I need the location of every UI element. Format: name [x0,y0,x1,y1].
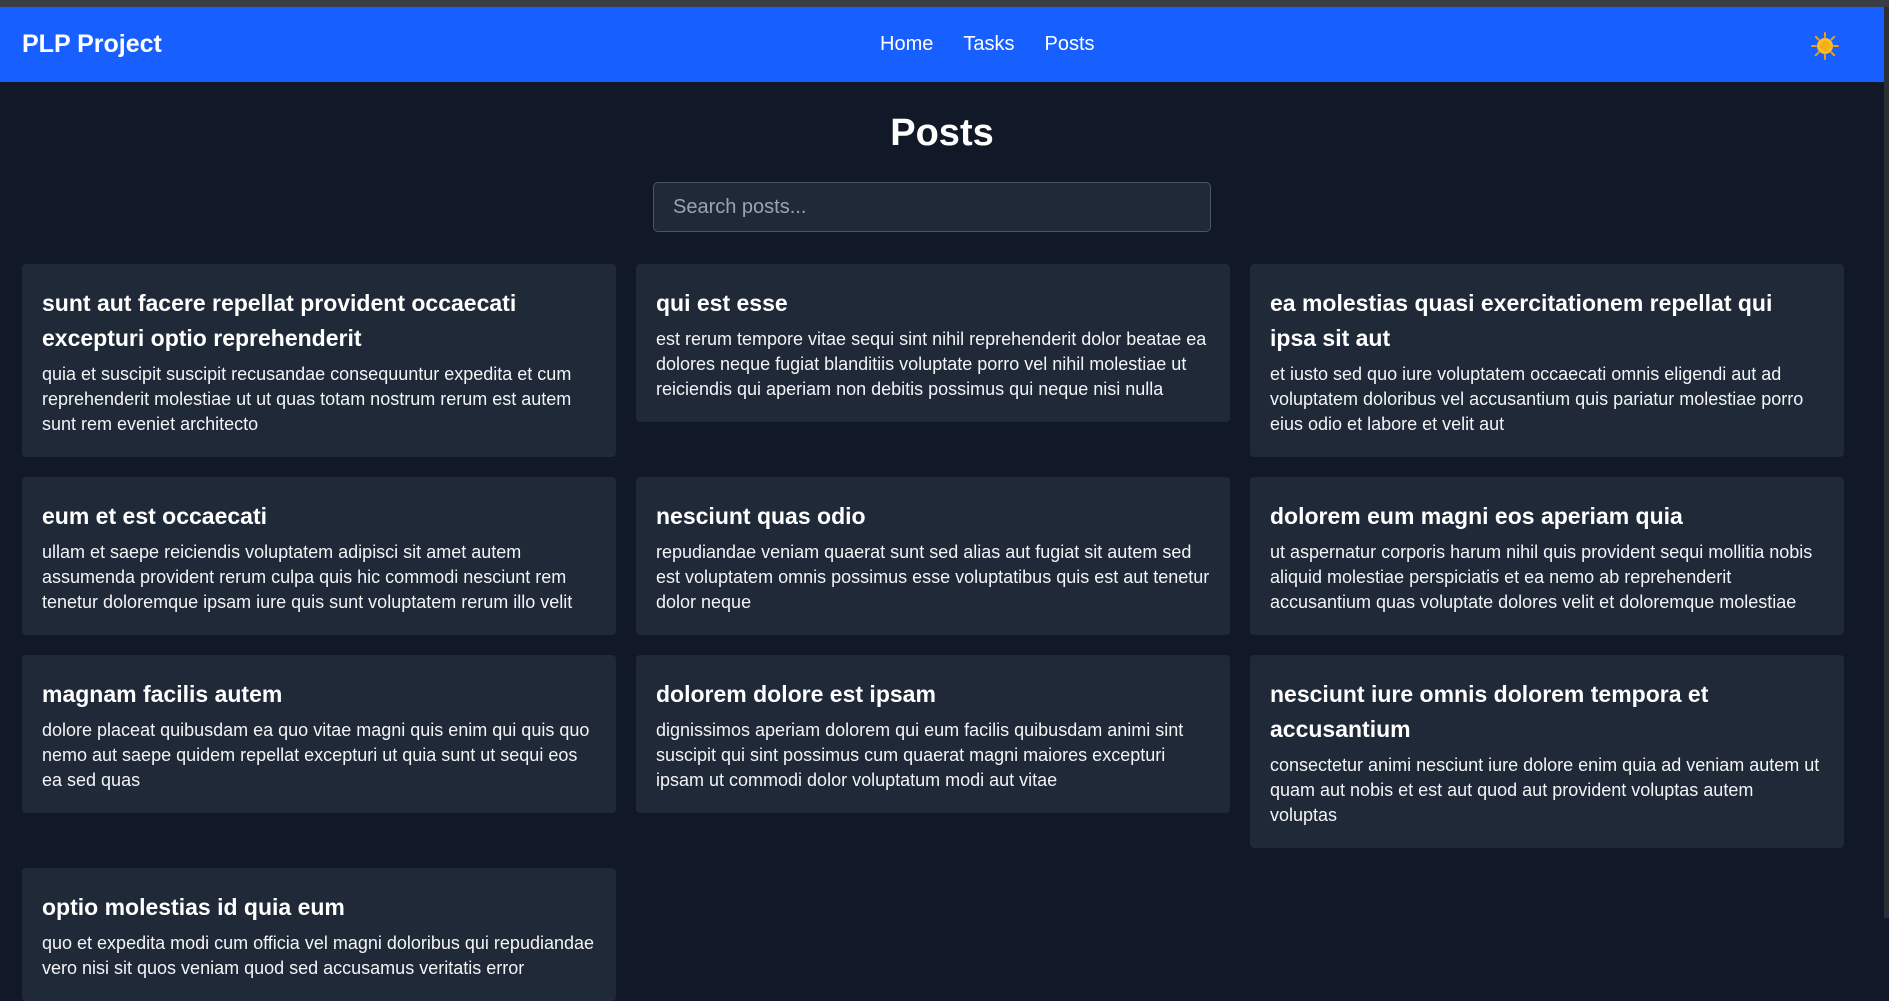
post-body: quo et expedita modi cum officia vel mag… [42,933,595,978]
post-card[interactable]: qui est esse est rerum tempore vitae seq… [636,264,1230,422]
post-body: est rerum tempore vitae sequi sint nihil… [656,329,1207,399]
post-body: consectetur animi nesciunt iure dolore e… [1270,755,1820,825]
window-top-strip [0,0,1889,7]
nav-posts-link[interactable]: Posts [1044,33,1094,56]
search-input[interactable] [653,182,1211,232]
main-nav: Home Tasks Posts [880,7,1125,82]
post-title: nesciunt iure omnis dolorem tempora et a… [1270,681,1709,742]
post-title: sunt aut facere repellat provident occae… [42,290,517,351]
page-scrollbar[interactable] [1884,7,1889,918]
post-title: eum et est occaecati [42,503,268,529]
post-body: et iusto sed quo iure voluptatem occaeca… [1270,364,1804,434]
posts-grid: sunt aut facere repellat provident occae… [22,264,1844,1001]
post-body: ullam et saepe reiciendis voluptatem adi… [42,542,573,612]
post-body: ut aspernatur corporis harum nihil quis … [1270,542,1813,612]
navbar: PLP Project Home Tasks Posts [0,7,1884,82]
post-title: magnam facilis autem [42,681,283,707]
post-card[interactable]: ea molestias quasi exercitationem repell… [1250,264,1844,457]
post-card[interactable]: magnam facilis autem dolore placeat quib… [22,655,616,813]
nav-home-link[interactable]: Home [880,33,933,56]
post-card[interactable]: dolorem dolore est ipsam dignissimos ape… [636,655,1230,813]
post-title: dolorem dolore est ipsam [656,681,936,707]
post-card[interactable]: nesciunt quas odio repudiandae veniam qu… [636,477,1230,635]
post-body: quia et suscipit suscipit recusandae con… [42,364,572,434]
post-title: nesciunt quas odio [656,503,866,529]
post-title: optio molestias id quia eum [42,894,345,920]
post-title: dolorem eum magni eos aperiam quia [1270,503,1683,529]
post-body: dolore placeat quibusdam ea quo vitae ma… [42,720,590,790]
sun-icon [1811,32,1839,60]
page-title: Posts [890,112,994,154]
theme-toggle-button[interactable] [1810,31,1840,61]
post-card[interactable]: eum et est occaecati ullam et saepe reic… [22,477,616,635]
post-card[interactable]: sunt aut facere repellat provident occae… [22,264,616,457]
post-card[interactable]: optio molestias id quia eum quo et exped… [22,868,616,1001]
post-card[interactable]: dolorem eum magni eos aperiam quia ut as… [1250,477,1844,635]
post-body: repudiandae veniam quaerat sunt sed alia… [656,542,1210,612]
brand-logo[interactable]: PLP Project [22,7,162,82]
nav-tasks-link[interactable]: Tasks [963,33,1014,56]
post-body: dignissimos aperiam dolorem qui eum faci… [656,720,1184,790]
post-title: qui est esse [656,290,788,316]
post-card[interactable]: nesciunt iure omnis dolorem tempora et a… [1250,655,1844,848]
post-title: ea molestias quasi exercitationem repell… [1270,290,1773,351]
